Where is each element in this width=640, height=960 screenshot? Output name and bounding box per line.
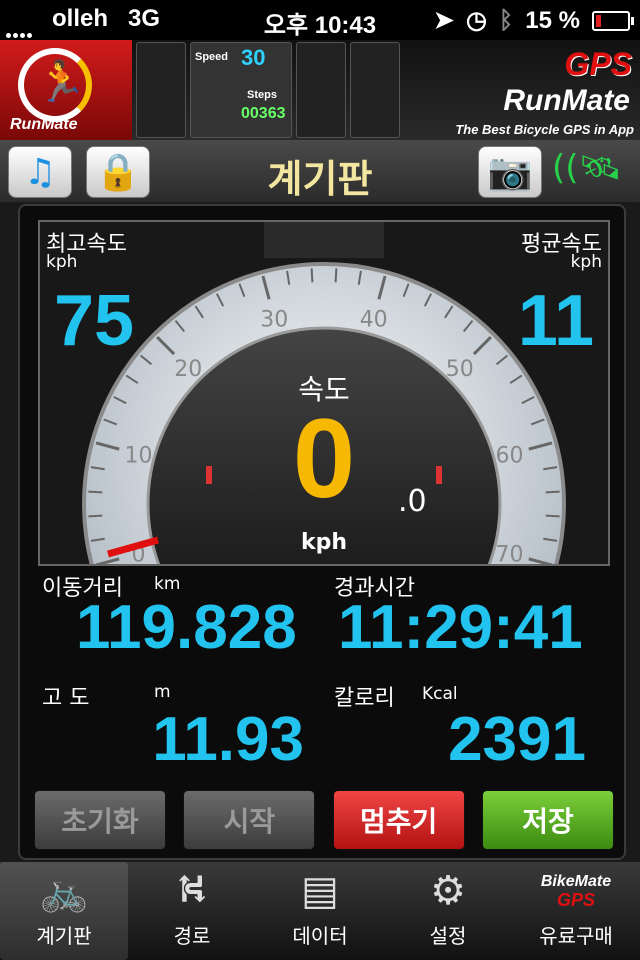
distance-value: 119.828 (76, 593, 297, 662)
speed-unit: kph (300, 530, 348, 555)
save-button[interactable]: 저장 (481, 790, 614, 850)
bicycle-icon: 🚲 (39, 868, 89, 915)
calorie-value: 2391 (448, 705, 586, 774)
bluetooth-icon: ᛒ (498, 6, 514, 34)
battery-icon (592, 10, 634, 31)
list-icon: ▤ (301, 868, 339, 914)
gauge-tick (310, 268, 314, 283)
calorie-label: 칼로리 (334, 686, 395, 711)
max-speed-unit: kph (46, 252, 78, 272)
road-icon: ⛕ (177, 865, 207, 912)
tab-label: 유료구매 (539, 924, 613, 948)
banner-tagline: The Best Bicycle GPS in App (455, 122, 634, 137)
avg-speed-value: 11 (517, 281, 594, 361)
speed-decimal: .0 (398, 484, 427, 519)
app-screenshots: Speed 30 Steps 00363 (136, 42, 400, 138)
banner-brand: RunMate (503, 84, 630, 117)
runner-icon: 🏃 (36, 59, 86, 105)
satellite-icon: ((🛰 (552, 148, 622, 188)
tab-purchase[interactable]: BikeMate GPS 유료구매 (512, 862, 640, 960)
tab-label: 경로 (173, 924, 211, 948)
logo-text: RunMate (10, 116, 78, 133)
alarm-clock-icon: ◷ (465, 7, 487, 34)
altitude-label: 고 도 (42, 686, 90, 711)
screenshot-thumb (350, 42, 400, 138)
screenshot-thumb (296, 42, 346, 138)
banner-gps: GPS (564, 46, 632, 82)
battery-percent: 15 % (525, 6, 580, 34)
page-title: 계기판 (267, 157, 373, 201)
screenshot-thumb (136, 42, 186, 138)
altitude-unit: m (154, 682, 171, 702)
title-bar: ♫ 🔒 계기판 📷 ((🛰 (0, 140, 640, 202)
calorie-unit: Kcal (422, 684, 458, 704)
ad-banner[interactable]: 🏃 RunMate Speed 30 Steps 00363 GPS RunMa… (0, 40, 640, 140)
gauge-tick (334, 268, 338, 283)
gauge-scale-label: 40 (360, 308, 388, 333)
action-buttons: 초기화 시작 멈추기 저장 (34, 790, 614, 852)
gauge-scale-label: 30 (260, 308, 288, 333)
gps-status[interactable]: ((🛰 (552, 144, 634, 198)
distance-unit: km (154, 574, 181, 594)
bikemate-icon: BikeMate GPS (540, 873, 612, 910)
dashboard-panel: 0 10 20 30 40 50 60 70 최고속도 kph 75 평균속도 kph 11 … (18, 204, 626, 860)
runmate-logo: 🏃 RunMate (0, 40, 132, 140)
elapsed-value: 11:29:41 (338, 593, 583, 662)
screenshot-thumb: Speed 30 Steps 00363 (190, 42, 292, 138)
tab-label: 데이터 (292, 924, 348, 948)
altitude-value: 11.93 (152, 705, 304, 774)
camera-button[interactable]: 📷 (478, 146, 542, 198)
start-button[interactable]: 시작 (183, 790, 316, 850)
tab-route[interactable]: ⛕ 경로 (128, 862, 256, 960)
location-arrow-icon: ➤ (433, 7, 454, 34)
status-right: ➤ ◷ ᛒ 15 % (433, 6, 634, 35)
camera-icon: 📷 (487, 152, 533, 193)
tab-bar: 🚲 계기판 ⛕ 경로 ▤ 데이터 ⚙ 설정 BikeMate GPS 유료구매 (0, 862, 640, 960)
tab-label: 설정 (429, 924, 467, 948)
reset-button[interactable]: 초기화 (34, 790, 166, 850)
max-speed-value: 75 (54, 281, 135, 361)
speedometer: 0 10 20 30 40 50 60 70 최고속도 kph 75 평균속도 kph 11 … (38, 220, 610, 566)
stop-button[interactable]: 멈추기 (332, 790, 465, 850)
gear-icon: ⚙ (430, 868, 466, 914)
status-bar: olleh 3G 오후 10:43 ➤ ◷ ᛒ 15 % (0, 0, 640, 40)
speed-value: 0 (292, 396, 356, 521)
tab-data[interactable]: ▤ 데이터 (256, 862, 384, 960)
tab-settings[interactable]: ⚙ 설정 (384, 862, 512, 960)
tab-dashboard[interactable]: 🚲 계기판 (0, 862, 128, 960)
tab-label: 계기판 (36, 924, 92, 948)
avg-speed-unit: kph (570, 252, 602, 272)
